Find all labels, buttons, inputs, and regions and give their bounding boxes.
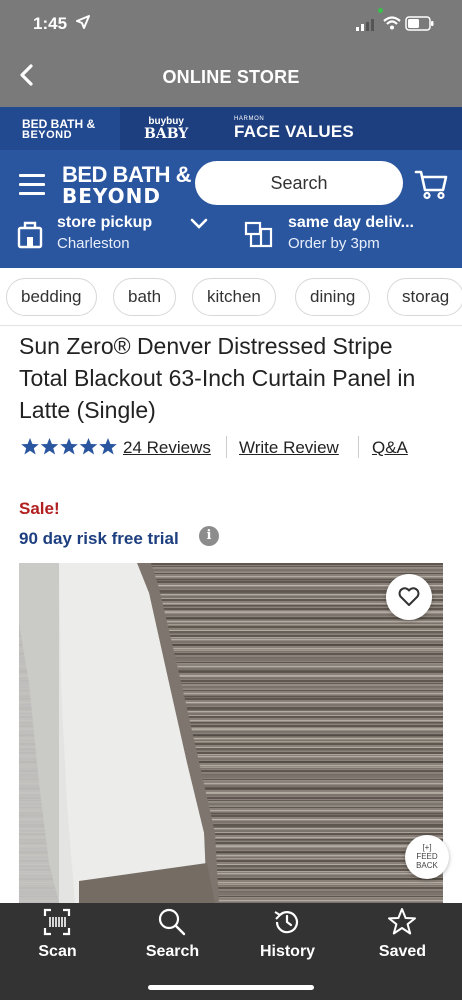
chevron-down-icon[interactable]: [190, 218, 208, 230]
tab-scan[interactable]: Scan: [0, 903, 115, 983]
same-day-delivery-selector[interactable]: same day deliv... Order by 3pm: [288, 214, 456, 252]
battery-icon: [405, 16, 434, 31]
tab-saved[interactable]: Saved: [345, 903, 460, 983]
search-input[interactable]: Search: [195, 161, 403, 205]
chip-storage[interactable]: storag: [387, 278, 462, 316]
product-image[interactable]: [19, 563, 443, 903]
heart-icon: [398, 587, 420, 606]
menu-icon[interactable]: [19, 174, 45, 196]
tab-scan-label: Scan: [38, 943, 77, 960]
favorite-button[interactable]: [386, 574, 432, 620]
brand-logo-line2: BEYOND: [22, 129, 73, 141]
logo-line2: BEYOND: [62, 184, 162, 208]
tab-history[interactable]: History: [230, 903, 345, 983]
site-logo[interactable]: BED BATH & BEYOND: [62, 162, 192, 208]
star-icon: [388, 908, 416, 935]
same-day-sub: Order by 3pm: [288, 235, 380, 252]
mic-indicator-icon: [378, 8, 383, 13]
write-review-link[interactable]: Write Review: [239, 438, 339, 458]
store-pickup-icon: [17, 221, 43, 249]
navigation-bar: ONLINE STORE: [0, 52, 462, 104]
chip-bath[interactable]: bath: [113, 278, 177, 316]
curtain-photo: [19, 563, 443, 903]
brand-face-values-logo[interactable]: FACE VALUES: [234, 122, 354, 142]
feedback-line2: BACK: [416, 861, 438, 870]
cart-icon[interactable]: [414, 168, 448, 200]
store-pickup-selector[interactable]: store pickup Charleston: [57, 214, 152, 252]
category-chips: bedding bath kitchen dining storag: [0, 268, 462, 326]
home-indicator: [148, 985, 314, 990]
sale-badge: Sale!: [19, 499, 60, 518]
tab-search-label: Search: [145, 943, 200, 960]
chip-kitchen[interactable]: kitchen: [192, 278, 276, 316]
risk-free-trial-label: 90 day risk free trial: [19, 529, 179, 548]
same-day-title: same day deliv...: [288, 214, 414, 231]
product-title: Sun Zero® Denver Distressed Stripe Total…: [19, 333, 416, 423]
divider: [226, 436, 227, 458]
chip-bedding[interactable]: bedding: [6, 278, 97, 316]
divider: [358, 436, 359, 458]
tab-history-label: History: [259, 943, 316, 960]
buybuy-line2: BABY: [144, 126, 189, 142]
tab-saved-label: Saved: [378, 943, 427, 960]
status-bar: 1:45: [0, 0, 462, 50]
logo-line1: BED BATH &: [62, 162, 192, 187]
brand-bed-bath-beyond-logo[interactable]: BED BATH & BEYOND: [22, 118, 95, 141]
chip-dining[interactable]: dining: [295, 278, 371, 316]
qa-link[interactable]: Q&A: [372, 438, 408, 458]
page-title: ONLINE STORE: [162, 67, 300, 87]
status-time: 1:45: [33, 14, 68, 33]
reviews-link[interactable]: 24 Reviews: [123, 438, 211, 458]
wifi-icon: [383, 16, 401, 30]
store-pickup-location: Charleston: [57, 235, 130, 252]
store-header: BED BATH & BEYOND Search store pickup Ch…: [0, 150, 462, 268]
feedback-line1: FEED: [416, 852, 438, 861]
scan-icon: [43, 908, 71, 936]
feedback-icon: [+]: [422, 843, 432, 852]
feedback-button[interactable]: [+] FEED BACK: [405, 835, 449, 879]
store-pickup-title: store pickup: [57, 214, 153, 231]
search-icon: [158, 908, 186, 936]
signal-icon: [356, 19, 374, 31]
brand-buybuy-baby-logo[interactable]: buybuy BABY: [144, 117, 189, 142]
star-rating-icon: [21, 438, 117, 455]
same-day-delivery-icon: [244, 221, 273, 248]
location-arrow-icon: [76, 15, 90, 29]
rating-stars: [20, 437, 120, 459]
info-icon[interactable]: i: [199, 526, 219, 546]
tab-search[interactable]: Search: [115, 903, 230, 983]
history-icon: [274, 911, 299, 934]
